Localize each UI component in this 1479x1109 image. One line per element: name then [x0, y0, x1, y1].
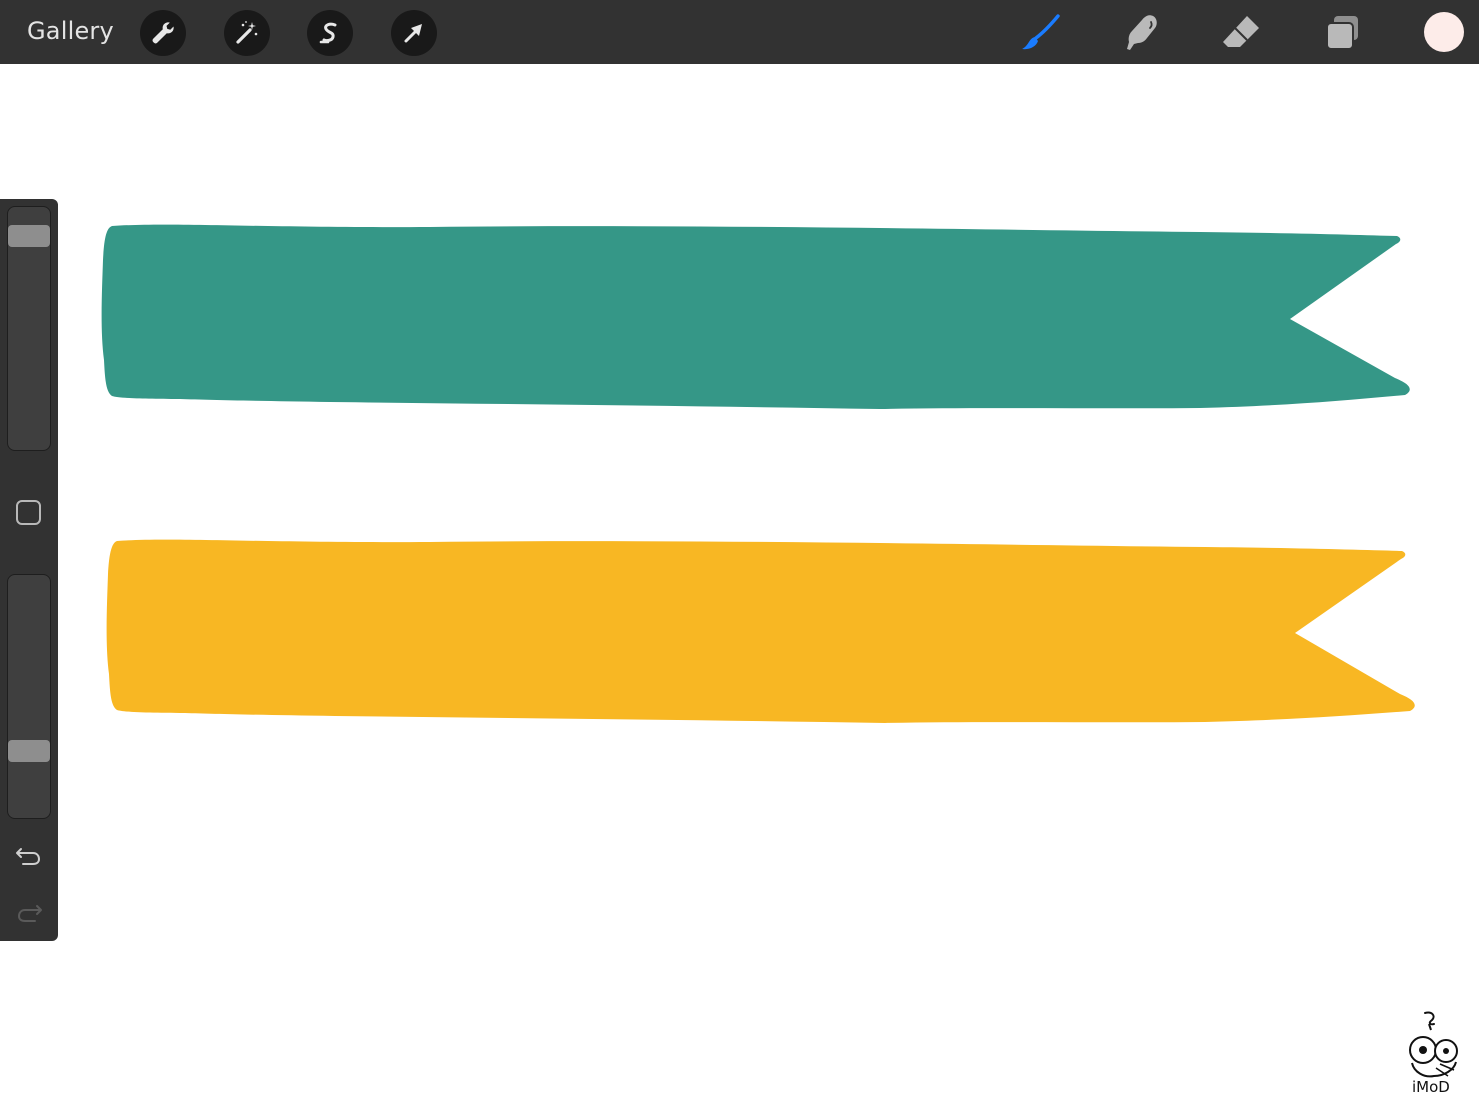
eraser-icon	[1223, 16, 1259, 47]
smudge-finger-icon	[1127, 15, 1157, 51]
adjustments-wand-button[interactable]	[224, 10, 270, 56]
top-toolbar: Gallery	[0, 0, 1479, 64]
selection-button[interactable]	[307, 10, 353, 56]
yellow-ribbon	[106, 539, 1415, 723]
gallery-button[interactable]: Gallery	[27, 17, 114, 45]
brush-tool-button[interactable]	[1018, 10, 1064, 56]
layers-icon	[1326, 16, 1358, 50]
magic-wand-icon	[236, 21, 258, 44]
color-picker-swatch[interactable]	[1424, 12, 1464, 52]
teal-ribbon	[101, 224, 1410, 409]
smudge-tool-button[interactable]	[1118, 10, 1164, 56]
drawing-canvas[interactable]	[0, 64, 1479, 1109]
eraser-tool-button[interactable]	[1218, 10, 1264, 56]
wrench-icon	[152, 22, 174, 44]
layers-tool-button[interactable]	[1320, 10, 1366, 56]
brush-icon	[1022, 14, 1060, 50]
actions-wrench-button[interactable]	[140, 10, 186, 56]
watermark-text: iMoD	[1412, 1078, 1450, 1096]
arrow-cursor-icon	[404, 24, 422, 43]
selection-s-icon	[319, 22, 337, 44]
transform-button[interactable]	[391, 10, 437, 56]
